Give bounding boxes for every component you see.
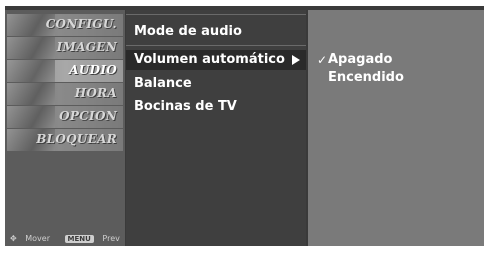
main-menu-sidebar: CONFIGU. IMAGEN AUDIO HORA OPCION BLOQUE… xyxy=(5,10,125,246)
arrow-right-icon xyxy=(292,55,300,65)
prev-hint: MENU Prev xyxy=(64,234,126,243)
move-arrows-icon: ✥ xyxy=(10,234,17,243)
submenu-item-label: Volumen automático xyxy=(134,52,285,67)
submenu-item-bocinas-de-tv[interactable]: Bocinas de TV xyxy=(134,99,237,114)
menu-key-icon: MENU xyxy=(64,235,94,243)
sidebar-item-label: BLOQUEAR xyxy=(36,132,117,146)
options-panel: ✓ Apagado Encendido xyxy=(308,10,484,246)
sidebar-item-hora[interactable]: HORA xyxy=(7,83,123,105)
submenu-item-mode-de-audio[interactable]: Mode de audio xyxy=(134,24,242,39)
sidebar-item-configu[interactable]: CONFIGU. xyxy=(7,14,123,36)
sidebar-item-bloquear[interactable]: BLOQUEAR xyxy=(7,129,123,151)
option-label: Encendido xyxy=(328,70,404,85)
option-apagado[interactable]: Apagado xyxy=(328,52,392,67)
prev-label: Prev xyxy=(102,234,120,243)
audio-thumbnail-icon xyxy=(7,60,55,82)
move-label: Mover xyxy=(25,234,50,243)
move-hint: ✥ Mover xyxy=(10,234,59,243)
submenu-item-label: Balance xyxy=(134,76,192,91)
sidebar-item-label: HORA xyxy=(74,86,117,100)
sidebar-item-label: IMAGEN xyxy=(56,40,117,54)
option-encendido[interactable]: Encendido xyxy=(328,70,404,85)
sidebar-item-label: OPCION xyxy=(59,109,117,123)
sidebar-item-imagen[interactable]: IMAGEN xyxy=(7,37,123,59)
imagen-thumbnail-icon xyxy=(7,37,55,59)
sidebar-item-opcion[interactable]: OPCION xyxy=(7,106,123,128)
submenu-item-label: Bocinas de TV xyxy=(134,99,237,114)
submenu-item-volumen-automatico[interactable]: Volumen automático xyxy=(126,50,306,70)
sidebar-item-audio[interactable]: AUDIO xyxy=(7,60,123,82)
option-label: Apagado xyxy=(328,52,393,67)
submenu-item-balance[interactable]: Balance xyxy=(134,76,192,91)
hora-thumbnail-icon xyxy=(7,83,55,105)
opcion-thumbnail-icon xyxy=(7,106,55,128)
audio-submenu: Mode de audio Volumen automático Balance… xyxy=(126,10,306,246)
sidebar-item-label: AUDIO xyxy=(69,63,117,77)
sidebar-item-label: CONFIGU. xyxy=(45,17,117,31)
check-icon: ✓ xyxy=(317,53,328,67)
submenu-item-label: Mode de audio xyxy=(134,24,242,39)
navigation-hint: ✥ Mover MENU Prev xyxy=(10,234,132,243)
